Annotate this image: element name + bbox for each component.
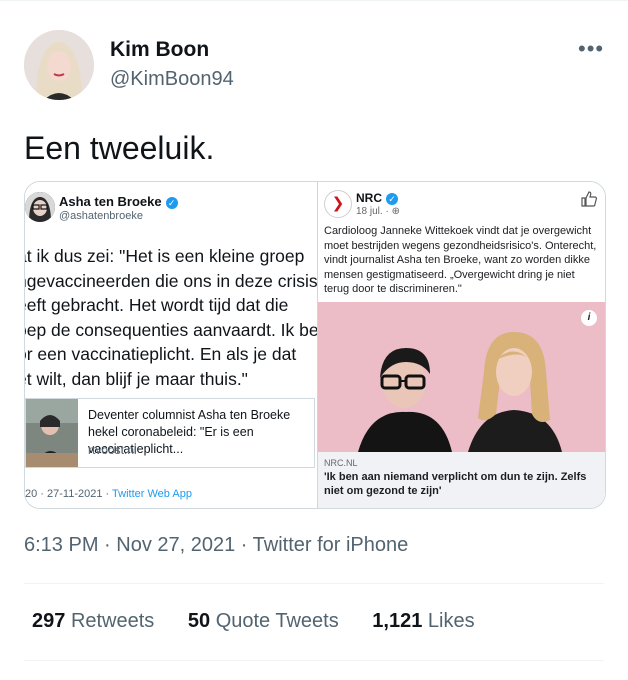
right-screenshot-panel: ❯ NRC ✓ 18 jul. · ⊕ Cardioloog Janneke Wi… xyxy=(318,182,605,508)
info-icon[interactable]: i xyxy=(581,310,597,326)
left-screenshot-panel: Asha ten Broeke ✓ @ashatenbroeke at ik du… xyxy=(25,182,317,508)
quoted-app: Twitter Web App xyxy=(112,488,192,500)
tweet-media-image[interactable]: Asha ten Broeke ✓ @ashatenbroeke at ik du… xyxy=(24,181,606,509)
quoted-author-name: Asha ten Broeke ✓ xyxy=(59,194,178,209)
quoted-author-avatar xyxy=(25,192,55,222)
thumbs-up-icon xyxy=(581,191,597,207)
article-photo: i xyxy=(318,302,605,452)
globe-icon: ⊕ xyxy=(391,206,400,217)
verified-icon: ✓ xyxy=(386,192,398,205)
engagement-stats: 297 Retweets 50 Quote Tweets 1,121 Likes xyxy=(32,610,475,633)
nrc-link-headline: 'Ik ben aan niemand verplicht om dun te … xyxy=(324,471,587,497)
quoted-author-handle: @ashatenbroeke xyxy=(59,210,143,222)
nrc-page-name: NRC ✓ xyxy=(356,191,398,205)
quote-line: or een vaccinatieplicht. En als je dat xyxy=(25,344,297,364)
author-name[interactable]: Kim Boon xyxy=(110,38,209,62)
retweets-label: Retweets xyxy=(70,610,155,632)
nrc-post-time: 18 jul. · ⊕ xyxy=(356,206,400,217)
nrc-link-domain: NRC.NL xyxy=(324,458,358,468)
author-avatar[interactable] xyxy=(24,30,94,100)
quote-tweets-stat[interactable]: 50 Quote Tweets xyxy=(188,610,339,632)
divider xyxy=(24,660,604,661)
quote-line: eeft gebracht. Het wordt tijd dat die xyxy=(25,295,289,315)
nrc-link-preview: NRC.NL 'Ik ben aan niemand verplicht om … xyxy=(318,452,605,508)
divider xyxy=(24,583,604,584)
quote-line: et wilt, dan blijf je maar thuis." xyxy=(25,368,248,389)
nrc-post-time-text: 18 jul. · xyxy=(356,206,392,217)
quoted-footer: 20 · 27-11-2021 · Twitter Web App xyxy=(25,488,192,500)
quoted-text: at ik dus zei: "Het is een kleine groep … xyxy=(25,244,317,391)
nrc-page-name-text: NRC xyxy=(356,191,382,205)
retweets-count: 297 xyxy=(32,610,66,632)
likes-count: 1,121 xyxy=(372,610,423,632)
likes-label: Likes xyxy=(427,610,475,632)
quote-tweets-label: Quote Tweets xyxy=(215,610,339,632)
likes-stat[interactable]: 1,121 Likes xyxy=(372,610,474,632)
quote-line: oep de consequenties aanvaardt. Ik be xyxy=(25,319,317,340)
top-divider xyxy=(0,0,628,1)
retweets-stat[interactable]: 297 Retweets xyxy=(32,610,154,632)
quote-line: ngevaccineerden die ons in deze crisis xyxy=(25,270,317,291)
link-thumbnail xyxy=(26,399,78,467)
quoted-author-name-text: Asha ten Broeke xyxy=(59,194,162,209)
tweet-text: Een tweeluik. xyxy=(24,130,215,166)
ellipsis-icon[interactable]: ••• xyxy=(578,36,604,62)
quoted-date: 20 · 27-11-2021 · xyxy=(25,488,113,500)
author-handle[interactable]: @KimBoon94 xyxy=(110,68,234,91)
quote-tweets-count: 50 xyxy=(187,610,211,632)
quote-line: at ik dus zei: "Het is een kleine groep xyxy=(25,246,305,266)
verified-icon: ✓ xyxy=(165,196,178,209)
nrc-post-body: Cardioloog Janneke Wittekoek vindt dat j… xyxy=(324,225,597,295)
nrc-logo: ❯ xyxy=(324,190,352,218)
link-preview-domain: rtvoost.nl xyxy=(88,443,137,457)
tweet-timestamp-source[interactable]: 6:13 PM · Nov 27, 2021 · Twitter for iPh… xyxy=(24,534,408,557)
link-preview-card: Deventer columnist Asha ten Broeke hekel… xyxy=(25,398,315,468)
